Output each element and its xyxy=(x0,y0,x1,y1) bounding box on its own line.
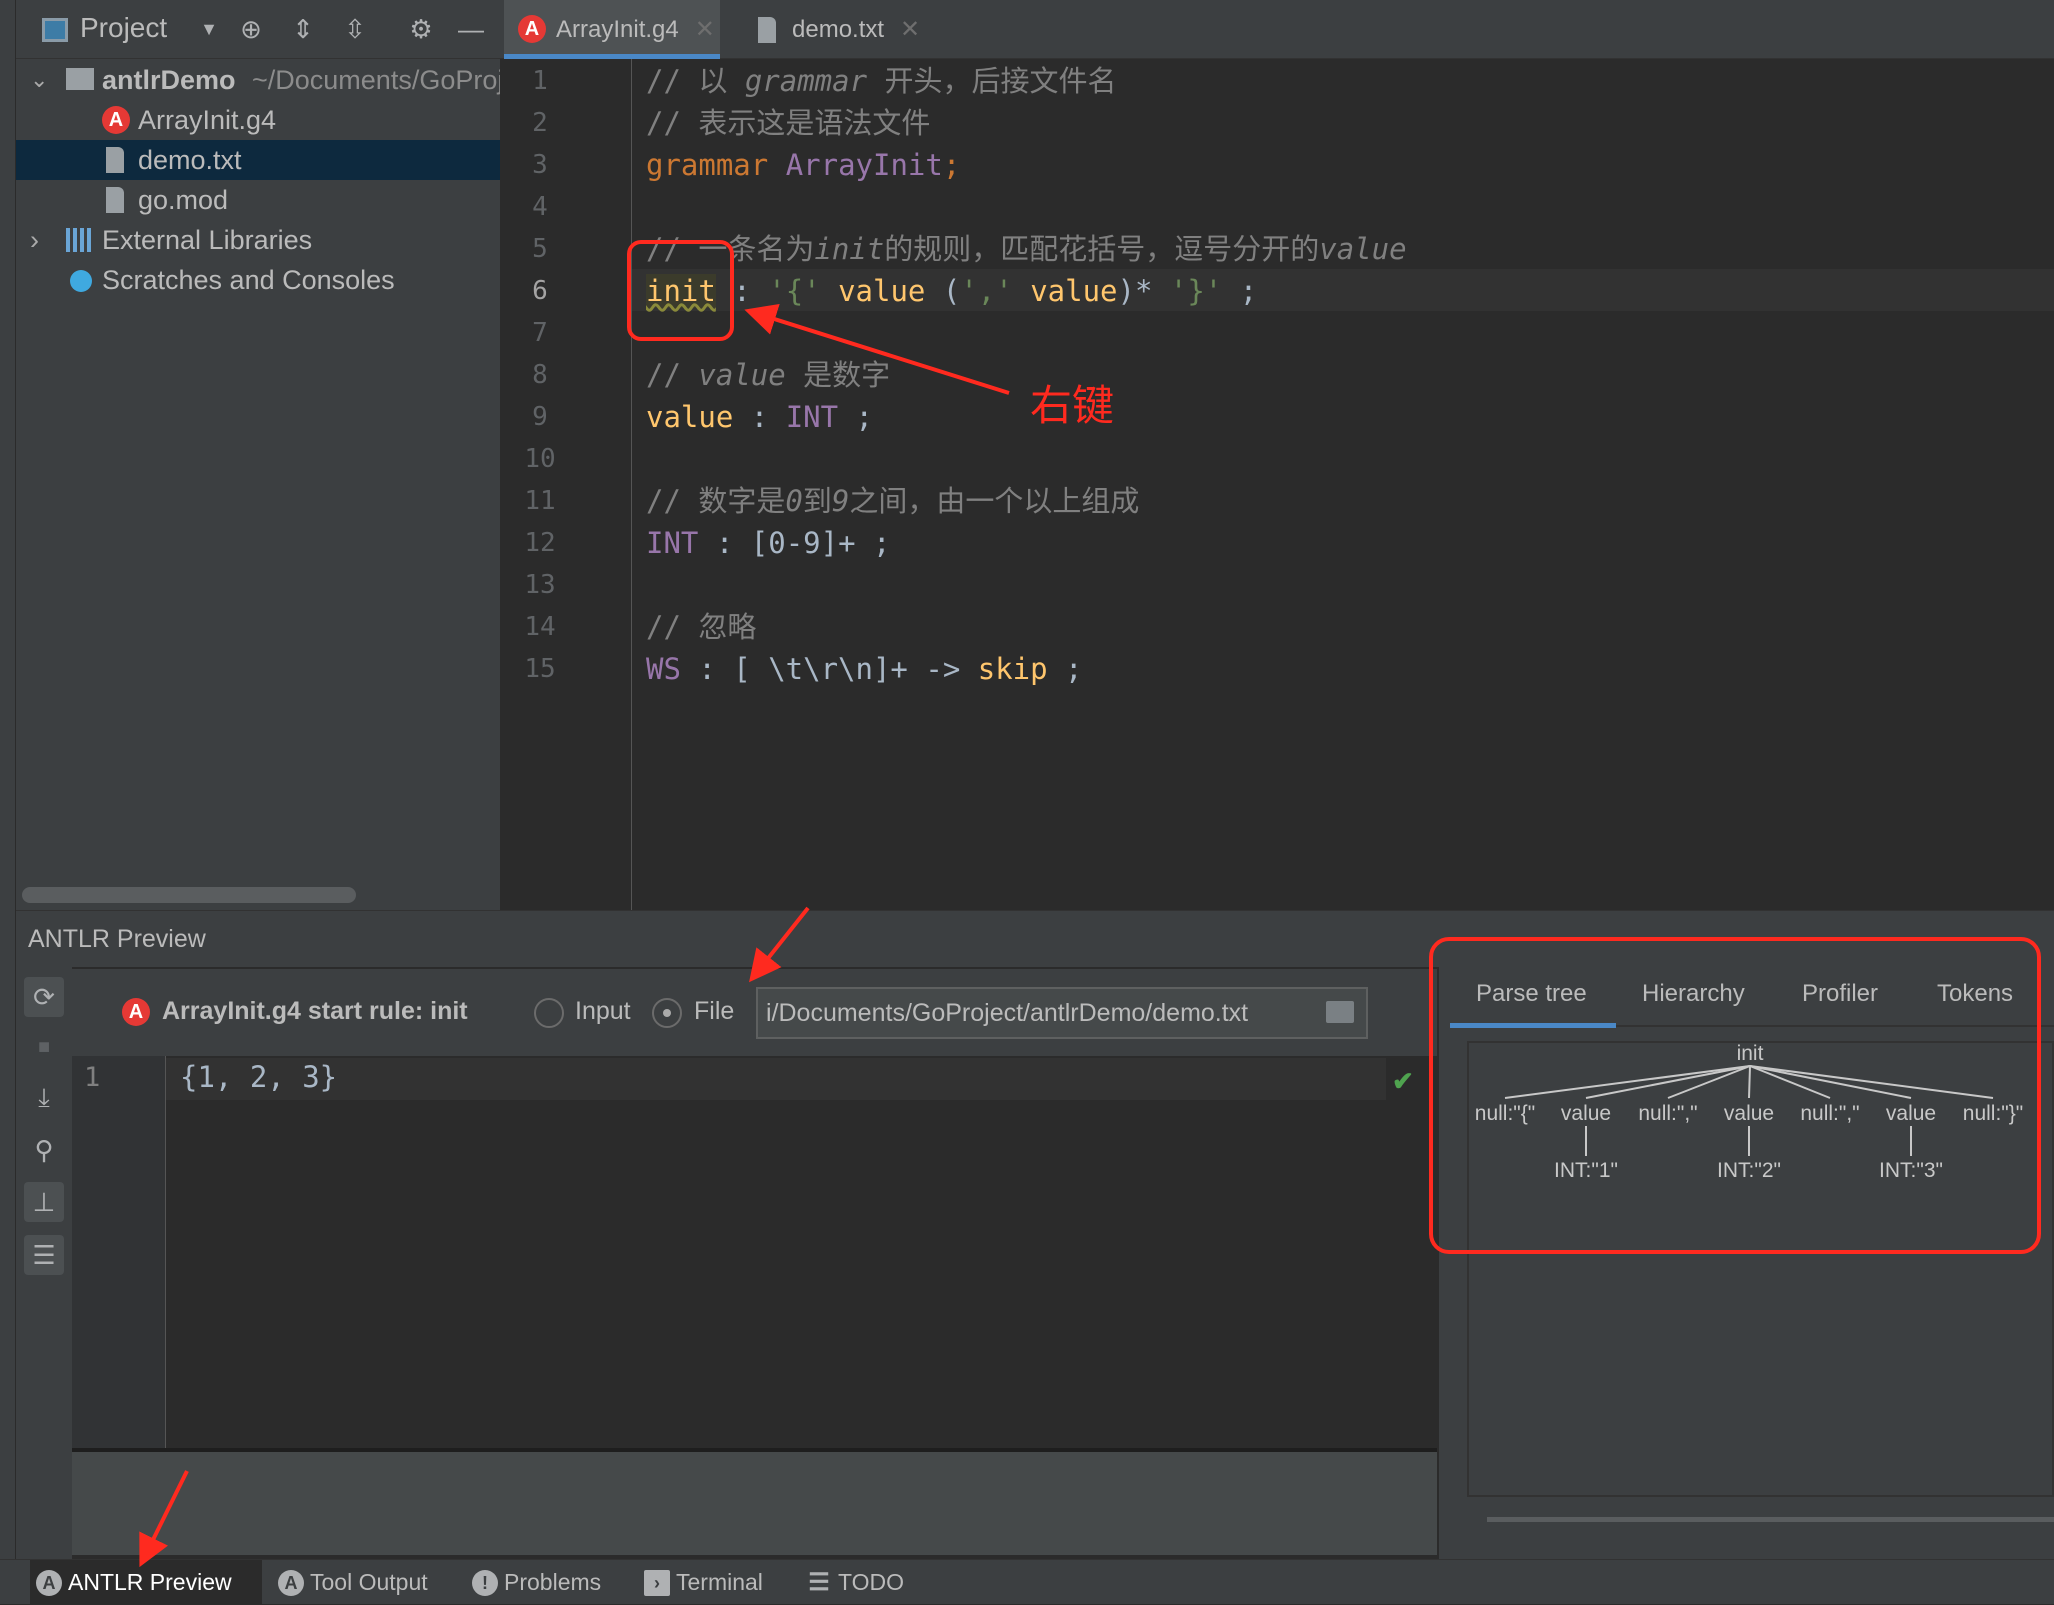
annotation-arrows xyxy=(139,303,1010,1568)
arrow-to-antlr-preview xyxy=(139,1470,189,1568)
arrow-to-file-radio xyxy=(749,906,810,983)
arrow-to-init xyxy=(744,303,1010,395)
